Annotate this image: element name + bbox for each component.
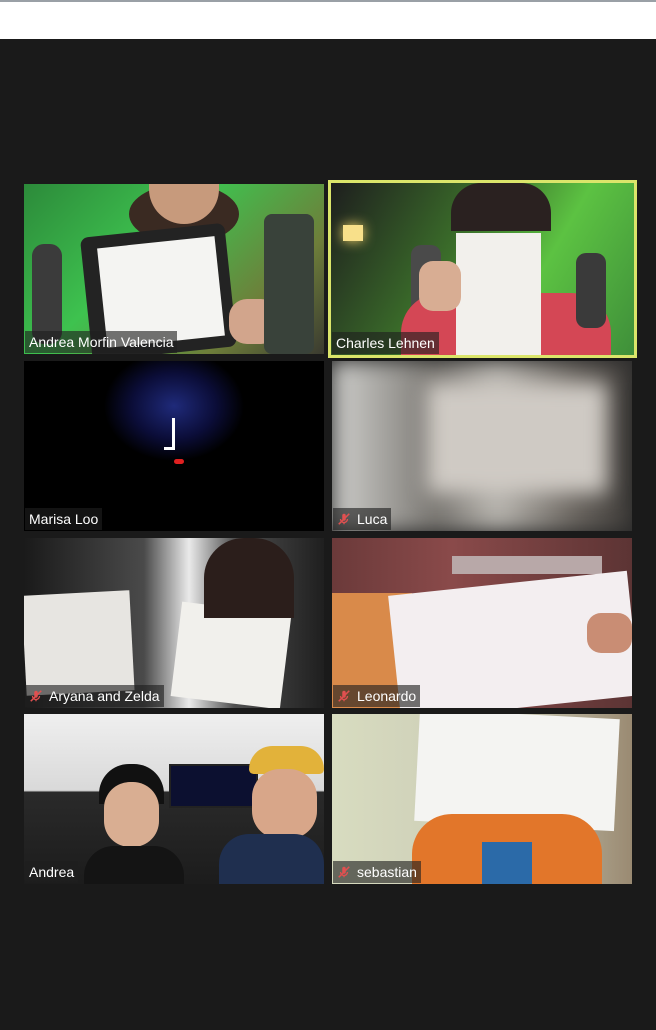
participant-name-label: Charles Lehnen	[332, 332, 439, 354]
participant-name: Charles Lehnen	[336, 335, 435, 351]
participant-name: sebastian	[357, 864, 417, 880]
participant-name-label: Marisa Loo	[25, 508, 103, 530]
microphone-muted-icon	[338, 866, 350, 878]
microphone-muted-icon	[338, 513, 350, 525]
participant-name-label: Andrea	[25, 861, 79, 883]
participant-name-label: Leonardo	[333, 685, 421, 707]
microphone-muted-icon	[338, 690, 350, 702]
video-tile-andrea[interactable]: Andrea	[24, 714, 324, 884]
video-tile-leonardo[interactable]: Leonardo	[332, 538, 632, 708]
video-tile-charles-lehnen[interactable]: Charles Lehnen	[328, 180, 637, 358]
participant-name: Leonardo	[357, 688, 417, 704]
participant-name: Andrea Morfin Valencia	[29, 334, 174, 350]
video-tile-sebastian[interactable]: sebastian	[332, 714, 632, 884]
participant-name-label: Andrea Morfin Valencia	[25, 331, 178, 353]
video-tile-marisa-loo[interactable]: Marisa Loo	[24, 361, 324, 531]
video-tile-luca[interactable]: Luca	[332, 361, 632, 531]
window-top-bar	[0, 0, 656, 39]
participant-name: Aryana and Zelda	[49, 688, 160, 704]
participant-name-label: Luca	[333, 508, 392, 530]
participant-name: Marisa Loo	[29, 511, 99, 527]
microphone-muted-icon	[30, 690, 42, 702]
participant-name-label: Aryana and Zelda	[25, 685, 164, 707]
video-tile-andrea-morfin-valencia[interactable]: Andrea Morfin Valencia	[24, 184, 324, 354]
participant-name: Andrea	[29, 864, 75, 880]
participant-name: Luca	[357, 511, 388, 527]
video-tile-aryana-and-zelda[interactable]: Aryana and Zelda	[24, 538, 324, 708]
participant-name-label: sebastian	[333, 861, 421, 883]
